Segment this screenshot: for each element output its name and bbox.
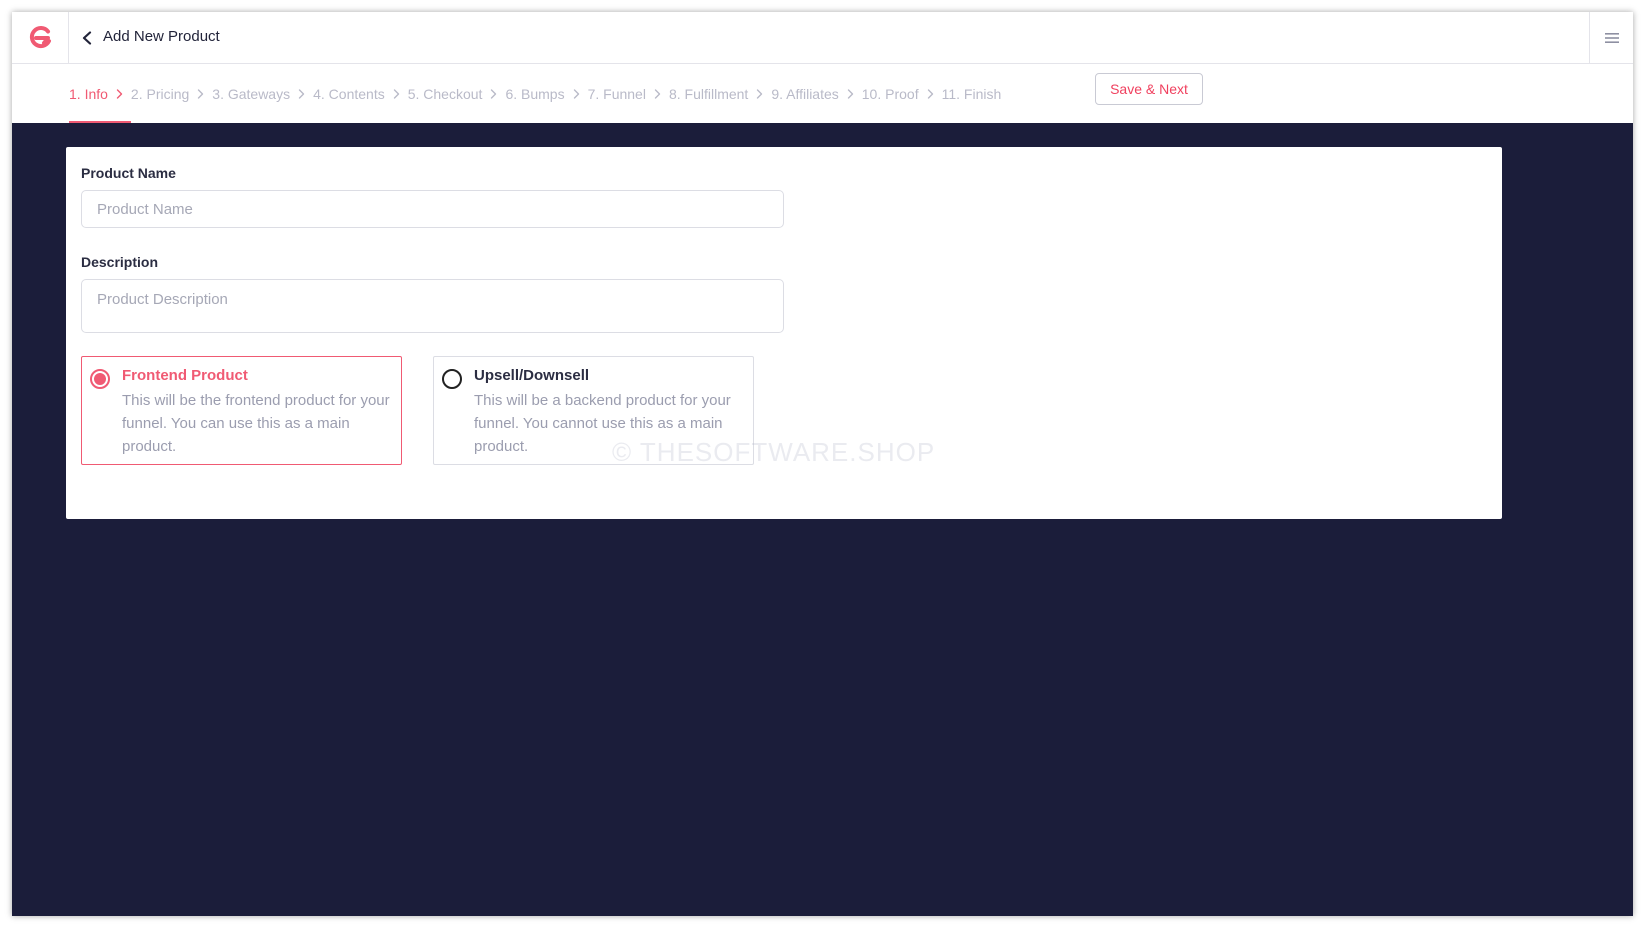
step-navigation: 1. Info 2. Pricing 3. Gateways 4. Contents 5…: [69, 64, 1001, 123]
product-name-input[interactable]: [81, 190, 784, 228]
step-tab[interactable]: 6. Bumps: [505, 64, 564, 123]
description-label: Description: [81, 254, 159, 270]
step-tab[interactable]: 2. Pricing: [131, 64, 189, 123]
app-window: Add New Product 1. Info 2. Pricing 3. Gate…: [12, 12, 1633, 916]
chevron-right-icon: [748, 64, 771, 123]
step-tab[interactable]: 4. Contents: [313, 64, 385, 123]
step-tab[interactable]: 7. Funnel: [588, 64, 646, 123]
menu-button[interactable]: [1589, 12, 1633, 64]
chevron-right-icon: [482, 64, 505, 123]
logo-container[interactable]: [12, 12, 69, 64]
step-tab[interactable]: 9. Affiliates: [771, 64, 838, 123]
step-tab[interactable]: 11. Finish: [942, 64, 1002, 123]
chevron-right-icon: [646, 64, 669, 123]
chevron-right-icon: [839, 64, 862, 123]
chevron-right-icon: [290, 64, 313, 123]
hamburger-menu-icon: [1604, 33, 1619, 43]
save-next-button[interactable]: Save & Next: [1095, 73, 1203, 105]
step-tab[interactable]: 5. Checkout: [408, 64, 483, 123]
product-info-card: Product Name Description Frontend Produc…: [66, 147, 1502, 519]
chevron-right-icon: [565, 64, 588, 123]
step-tab[interactable]: 1. Info: [69, 64, 131, 123]
step-tab[interactable]: 3. Gateways: [212, 64, 290, 123]
step-tab[interactable]: 10. Proof: [862, 64, 919, 123]
description-input[interactable]: [81, 279, 784, 333]
step-tab[interactable]: 8. Fulfillment: [669, 64, 748, 123]
chevron-left-icon: [82, 31, 92, 45]
chevron-right-icon: [108, 64, 131, 123]
upsell-downsell-radio[interactable]: [442, 369, 462, 389]
chevron-right-icon: [189, 64, 212, 123]
option-description: This will be a backend product for your …: [474, 392, 731, 455]
page-title: Add New Product: [103, 28, 220, 45]
option-description: This will be the frontend product for yo…: [122, 392, 390, 455]
frontend-product-radio[interactable]: [90, 369, 110, 389]
steps-bar: 1. Info 2. Pricing 3. Gateways 4. Contents 5…: [12, 64, 1633, 123]
product-name-label: Product Name: [81, 165, 176, 181]
chevron-right-icon: [385, 64, 408, 123]
chevron-right-icon: [919, 64, 942, 123]
upsell-downsell-option[interactable]: Upsell/Downsell This will be a backend p…: [433, 356, 754, 465]
brand-logo-icon: [29, 26, 51, 49]
top-bar: Add New Product: [12, 12, 1633, 64]
frontend-product-option[interactable]: Frontend Product This will be the fronte…: [81, 356, 402, 465]
option-title: Upsell/Downsell: [474, 367, 590, 384]
back-button[interactable]: [76, 26, 98, 50]
option-title: Frontend Product: [122, 367, 248, 384]
